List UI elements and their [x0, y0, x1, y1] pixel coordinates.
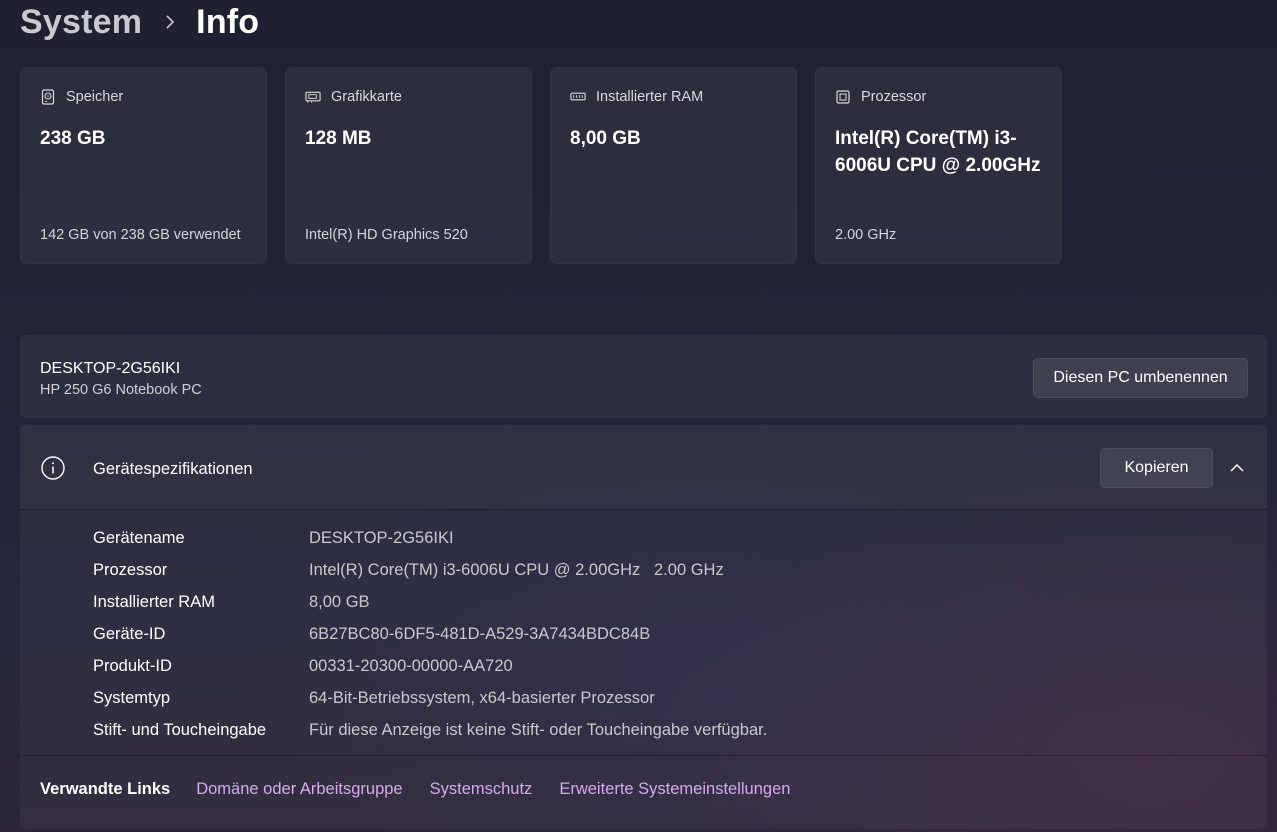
chevron-right-icon — [164, 14, 176, 30]
card-graphics-title: Grafikkarte — [331, 89, 402, 105]
spec-value: 6B27BC80-6DF5-481D-A529-3A7434BDC84B — [309, 624, 651, 643]
related-links: Verwandte Links Domäne oder Arbeitsgrupp… — [40, 780, 817, 799]
spec-label: Produkt-ID — [93, 656, 172, 675]
spec-row-device-id: Geräte-ID 6B27BC80-6DF5-481D-A529-3A7434… — [93, 618, 767, 650]
processor-chip-icon — [835, 89, 851, 105]
spec-row-system-type: Systemtyp 64-Bit-Betriebssystem, x64-bas… — [93, 682, 767, 714]
ram-module-icon — [570, 89, 586, 105]
device-specs-list: Gerätename DESKTOP-2G56IKI Prozessor Int… — [93, 522, 767, 746]
card-ram-value: 8,00 GB — [570, 128, 641, 149]
link-system-protection[interactable]: Systemschutz — [430, 780, 533, 799]
card-graphics-sub: Intel(R) HD Graphics 520 — [305, 227, 468, 243]
spec-value: Intel(R) Core(TM) i3-6006U CPU @ 2.00GHz… — [309, 560, 724, 579]
pc-name: DESKTOP-2G56IKI — [40, 360, 181, 377]
spec-label: Geräte-ID — [93, 624, 166, 643]
spec-label: Stift- und Toucheingabe — [93, 720, 267, 739]
spec-label: Prozessor — [93, 560, 168, 579]
spec-value: DESKTOP-2G56IKI — [309, 528, 454, 547]
card-graphics: Grafikkarte 128 MB Intel(R) HD Graphics … — [285, 67, 532, 264]
info-icon — [41, 456, 65, 480]
spec-label: Gerätename — [93, 528, 185, 547]
pc-model: HP 250 G6 Notebook PC — [40, 382, 202, 398]
spec-row-device-name: Gerätename DESKTOP-2G56IKI — [93, 522, 767, 554]
pc-name-panel: DESKTOP-2G56IKI HP 250 G6 Notebook PC Di… — [20, 335, 1267, 418]
spec-value: 64-Bit-Betriebssystem, x64-basierter Pro… — [309, 688, 655, 707]
device-specs-title: Gerätespezifikationen — [93, 460, 253, 478]
card-processor-title: Prozessor — [861, 89, 927, 105]
related-links-label: Verwandte Links — [40, 780, 171, 798]
card-storage-value: 238 GB — [40, 128, 106, 149]
spec-row-ram: Installierter RAM 8,00 GB — [93, 586, 767, 618]
breadcrumb-system-link[interactable]: System — [20, 3, 142, 42]
card-storage-sub: 142 GB von 238 GB verwendet — [40, 227, 241, 243]
spec-label: Installierter RAM — [93, 592, 215, 611]
spec-value: Für diese Anzeige ist keine Stift- oder … — [309, 720, 768, 739]
summary-cards: Speicher 238 GB 142 GB von 238 GB verwen… — [20, 67, 1062, 264]
card-graphics-value: 128 MB — [305, 128, 372, 149]
card-storage-title: Speicher — [66, 89, 124, 105]
breadcrumb: System Info — [20, 0, 259, 44]
rename-pc-button[interactable]: Diesen PC umbenennen — [1033, 358, 1248, 398]
spec-value: 00331-20300-00000-AA720 — [309, 656, 513, 675]
device-specs-panel: Gerätespezifikationen Kopieren Gerätenam… — [20, 425, 1267, 829]
chevron-up-icon[interactable] — [1228, 459, 1246, 477]
spec-row-processor: Prozessor Intel(R) Core(TM) i3-6006U CPU… — [93, 554, 767, 586]
card-processor: Prozessor Intel(R) Core(TM) i3-6006U CPU… — [815, 67, 1062, 264]
graphics-card-icon — [305, 89, 321, 105]
card-processor-value: Intel(R) Core(TM) i3-6006U CPU @ 2.00GHz — [835, 128, 1041, 176]
link-advanced-system-settings[interactable]: Erweiterte Systemeinstellungen — [559, 780, 790, 799]
device-specs-header[interactable]: Gerätespezifikationen Kopieren — [20, 425, 1267, 510]
spec-value: 8,00 GB — [309, 592, 370, 611]
card-storage: Speicher 238 GB 142 GB von 238 GB verwen… — [20, 67, 267, 264]
card-ram: Installierter RAM 8,00 GB — [550, 67, 797, 264]
copy-button[interactable]: Kopieren — [1100, 448, 1213, 488]
spec-label: Systemtyp — [93, 688, 171, 707]
card-processor-sub: 2.00 GHz — [835, 227, 897, 243]
storage-drive-icon — [40, 89, 56, 105]
spec-row-pen-touch: Stift- und Toucheingabe Für diese Anzeig… — [93, 714, 767, 746]
spec-row-product-id: Produkt-ID 00331-20300-00000-AA720 — [93, 650, 767, 682]
divider — [20, 755, 1267, 756]
link-domain-workgroup[interactable]: Domäne oder Arbeitsgruppe — [196, 780, 402, 799]
page-title: Info — [196, 2, 260, 41]
card-ram-title: Installierter RAM — [596, 89, 704, 105]
